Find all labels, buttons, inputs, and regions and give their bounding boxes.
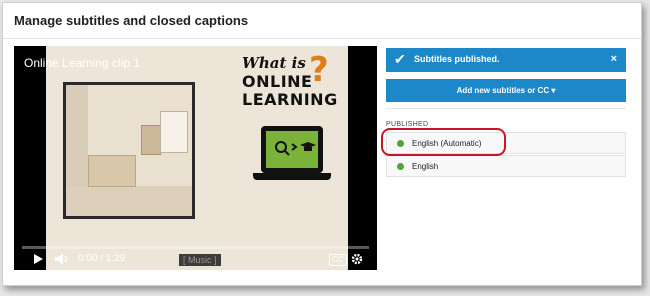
- promo-learning: LEARNING: [242, 90, 338, 109]
- add-subtitles-button[interactable]: Add new subtitles or CC ▾: [386, 79, 626, 102]
- promo-what-is: What is: [242, 54, 306, 72]
- room-bed: [88, 155, 136, 187]
- room-door: [141, 125, 161, 155]
- laptop-icon: [261, 126, 323, 173]
- progress-bar[interactable]: [22, 246, 369, 249]
- published-banner: ✔ Subtitles published. ×: [386, 48, 626, 72]
- track-english[interactable]: English: [386, 155, 626, 177]
- magnifier-graduation-icon: [275, 141, 316, 156]
- status-dot-icon: [397, 163, 404, 170]
- banner-message: Subtitles published.: [414, 54, 500, 64]
- time-display: 0:00 / 1:29: [78, 253, 126, 264]
- laptop-base: [253, 173, 331, 180]
- section-label-published: PUBLISHED: [386, 121, 429, 128]
- promo-online-learning: ONLINE LEARNING: [242, 73, 338, 109]
- page-title: Manage subtitles and closed captions: [14, 13, 249, 28]
- promo-online: ONLINE: [242, 72, 313, 91]
- laptop-screen: [266, 131, 318, 168]
- volume-icon[interactable]: [54, 251, 70, 267]
- room-floor: [66, 186, 192, 216]
- content-card: Manage subtitles and closed captions Wha…: [2, 2, 642, 286]
- checkmark-icon: ✔: [394, 51, 406, 67]
- room-illustration: [63, 82, 195, 219]
- video-player[interactable]: What is ? ONLINE LEARNING Online Learnin…: [14, 46, 377, 270]
- cc-icon[interactable]: CC: [329, 254, 347, 266]
- caption-text: [ Music ]: [179, 254, 221, 266]
- settings-icon[interactable]: [350, 251, 364, 267]
- play-icon[interactable]: [32, 251, 44, 267]
- track-label: English: [412, 162, 439, 171]
- panel-divider: [386, 108, 626, 109]
- room-window: [160, 111, 188, 153]
- highlight-annotation: [381, 128, 506, 156]
- close-icon[interactable]: ×: [611, 53, 617, 65]
- header-divider: [3, 38, 641, 39]
- video-frame[interactable]: What is ? ONLINE LEARNING: [46, 46, 348, 270]
- video-title[interactable]: Online Learning clip 1: [24, 56, 140, 70]
